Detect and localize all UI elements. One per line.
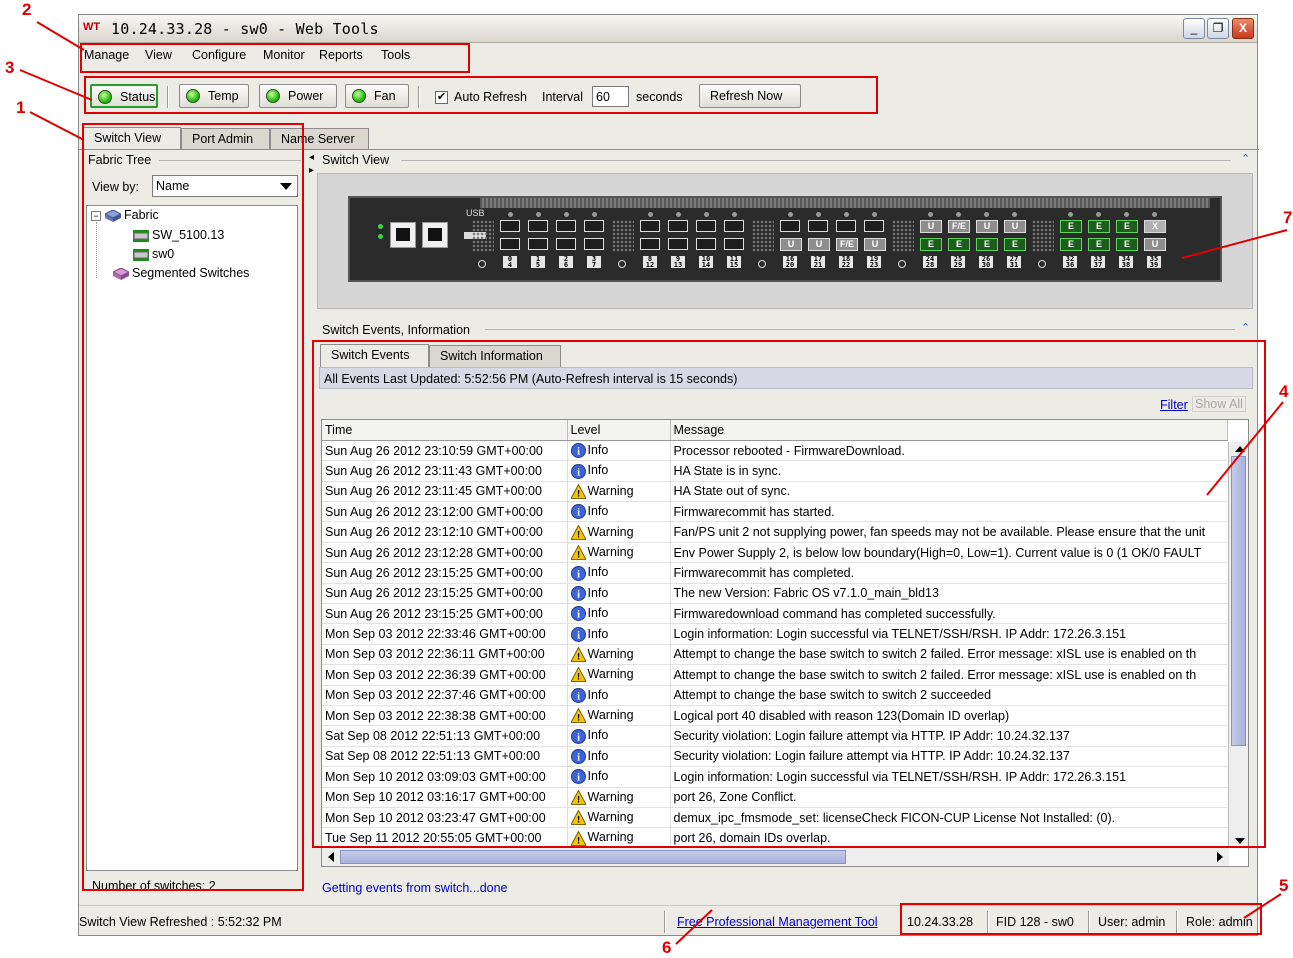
annotation-number-4: 4 [1279,382,1289,401]
annotation-number-6: 6 [662,938,672,957]
annotation-number-1: 1 [16,98,26,117]
page: { "window": { "logo": "WT", "title": "10… [0,0,1293,958]
annotation-number-3: 3 [5,58,15,77]
annotation-number-5: 5 [1279,876,1289,895]
annotation-number-7: 7 [1283,208,1293,227]
annotation-leader-lines [19,21,1288,945]
annotation-number-2: 2 [22,0,32,19]
